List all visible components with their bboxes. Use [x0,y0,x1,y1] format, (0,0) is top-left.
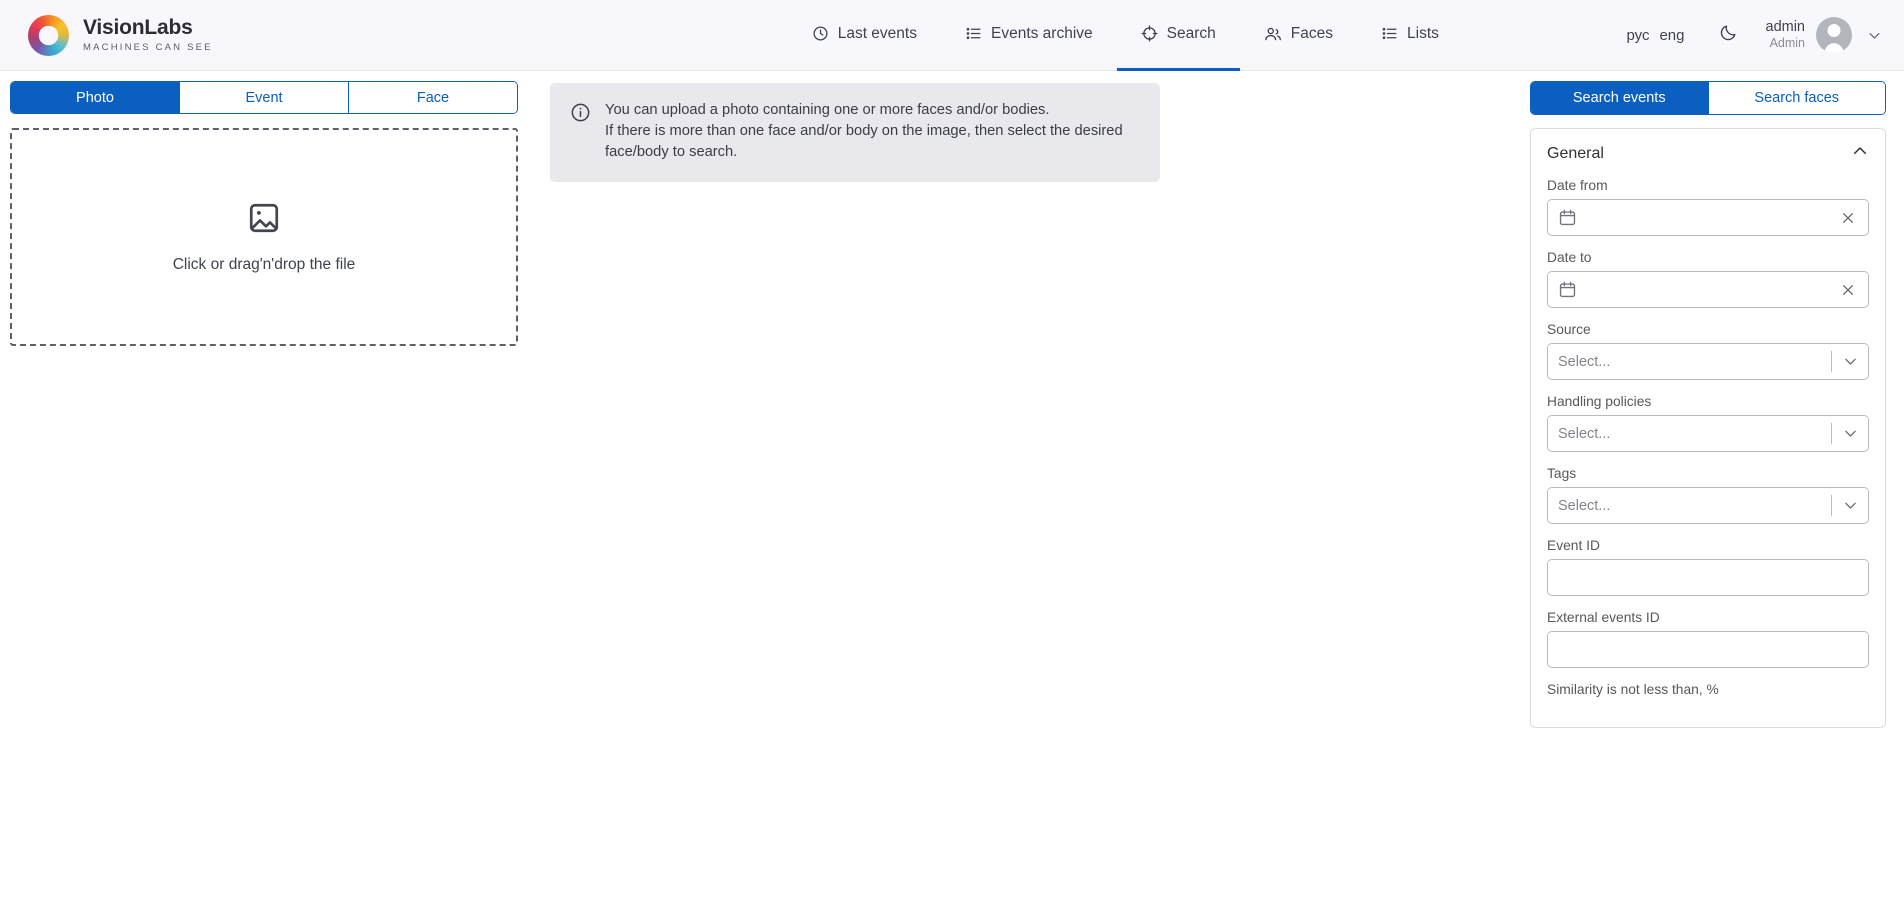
field-label: Date from [1547,178,1869,193]
visionlabs-logo-icon [28,15,69,56]
nav-label: Lists [1407,25,1439,43]
field-label: Event ID [1547,538,1869,553]
header-actions: рус eng admin Admin [1614,17,1882,53]
general-filters-section: General Date from [1530,128,1886,728]
search-filters-panel: Search events Search faces General Date … [1530,71,1904,912]
field-date-to: Date to [1547,250,1869,308]
people-icon [1264,25,1282,43]
upload-panel: Photo Event Face Click or drag'n'drop th… [0,71,530,346]
external-events-id-input[interactable] [1547,631,1869,668]
info-banner: You can upload a photo containing one or… [550,83,1160,182]
calendar-icon [1558,208,1577,227]
nav-item-lists[interactable]: Lists [1357,0,1463,71]
nav-item-search[interactable]: Search [1117,0,1240,71]
dropzone-label: Click or drag'n'drop the file [173,256,356,274]
tags-select[interactable]: Select... [1547,487,1869,524]
nav-item-faces[interactable]: Faces [1240,0,1357,71]
user-role: Admin [1766,36,1806,52]
brand-logo[interactable]: VisionLabs MACHINES CAN SEE [28,15,213,56]
date-to-input[interactable] [1547,271,1869,308]
field-external-events-id: External events ID [1547,610,1869,668]
tags-select-value: Select... [1558,498,1831,514]
clock-icon [812,25,829,42]
date-from-input[interactable] [1547,199,1869,236]
tab-face[interactable]: Face [349,82,517,113]
field-label: Date to [1547,250,1869,265]
list-icon [965,25,982,42]
brand-text: VisionLabs MACHINES CAN SEE [83,17,213,53]
main-content: You can upload a photo containing one or… [530,71,1530,182]
info-icon [570,102,591,163]
field-handling-policies: Handling policies Select... [1547,394,1869,452]
language-option-ru[interactable]: рус [1626,27,1649,44]
tab-event[interactable]: Event [180,82,349,113]
nav-label: Last events [838,25,917,43]
avatar [1816,17,1852,53]
calendar-icon [1558,280,1577,299]
nav-item-events-archive[interactable]: Events archive [941,0,1117,71]
general-section-body: Date from [1531,178,1885,727]
field-date-from: Date from [1547,178,1869,236]
field-source: Source Select... [1547,322,1869,380]
field-tags: Tags Select... [1547,466,1869,524]
tab-photo[interactable]: Photo [11,82,180,113]
nav-label: Search [1167,25,1216,43]
similarity-label: Similarity is not less than, % [1547,682,1869,697]
info-banner-line-3: face/body to search. [605,142,1123,163]
info-banner-line-2: If there is more than one face and/or bo… [605,121,1123,142]
upload-source-tabs: Photo Event Face [10,81,518,114]
field-label: Tags [1547,466,1869,481]
user-names: admin Admin [1766,18,1806,52]
user-menu[interactable]: admin Admin [1760,17,1883,53]
field-label: Handling policies [1547,394,1869,409]
brand-tagline: MACHINES CAN SEE [83,43,213,53]
info-banner-text: You can upload a photo containing one or… [605,100,1123,163]
theme-toggle-button[interactable] [1697,23,1760,47]
general-section-title: General [1547,145,1604,163]
date-to-clear-button[interactable] [1838,282,1858,298]
handling-policies-select-value: Select... [1558,426,1831,442]
field-similarity: Similarity is not less than, % [1547,682,1869,697]
field-label: External events ID [1547,610,1869,625]
date-from-clear-button[interactable] [1838,210,1858,226]
target-icon [1141,25,1158,42]
language-option-eng[interactable]: eng [1659,27,1684,44]
language-switcher: рус eng [1614,27,1696,44]
chevron-down-icon[interactable] [1832,353,1868,370]
nav-item-last-events[interactable]: Last events [788,0,941,71]
list-icon [1381,25,1398,42]
tab-search-faces[interactable]: Search faces [1709,82,1886,114]
app-header: VisionLabs MACHINES CAN SEE Last events … [0,0,1904,71]
tab-search-events[interactable]: Search events [1531,82,1709,114]
image-icon [247,201,281,240]
info-banner-line-1: You can upload a photo containing one or… [605,100,1123,121]
event-id-input[interactable] [1547,559,1869,596]
source-select-value: Select... [1558,354,1831,370]
chevron-down-icon[interactable] [1832,497,1868,514]
handling-policies-select[interactable]: Select... [1547,415,1869,452]
main-navigation: Last events Events archive Search [788,0,1463,71]
moon-icon [1719,23,1738,47]
page-content: Photo Event Face Click or drag'n'drop th… [0,71,1904,912]
nav-label: Events archive [991,25,1093,43]
source-select[interactable]: Select... [1547,343,1869,380]
field-label: Source [1547,322,1869,337]
general-section-header[interactable]: General [1531,129,1885,178]
nav-label: Faces [1291,25,1333,43]
chevron-up-icon[interactable] [1851,142,1869,165]
chevron-down-icon[interactable] [1867,28,1882,43]
brand-name: VisionLabs [83,17,213,38]
user-login: admin [1766,18,1806,36]
file-dropzone[interactable]: Click or drag'n'drop the file [10,128,518,346]
search-mode-tabs: Search events Search faces [1530,81,1886,115]
chevron-down-icon[interactable] [1832,425,1868,442]
field-event-id: Event ID [1547,538,1869,596]
